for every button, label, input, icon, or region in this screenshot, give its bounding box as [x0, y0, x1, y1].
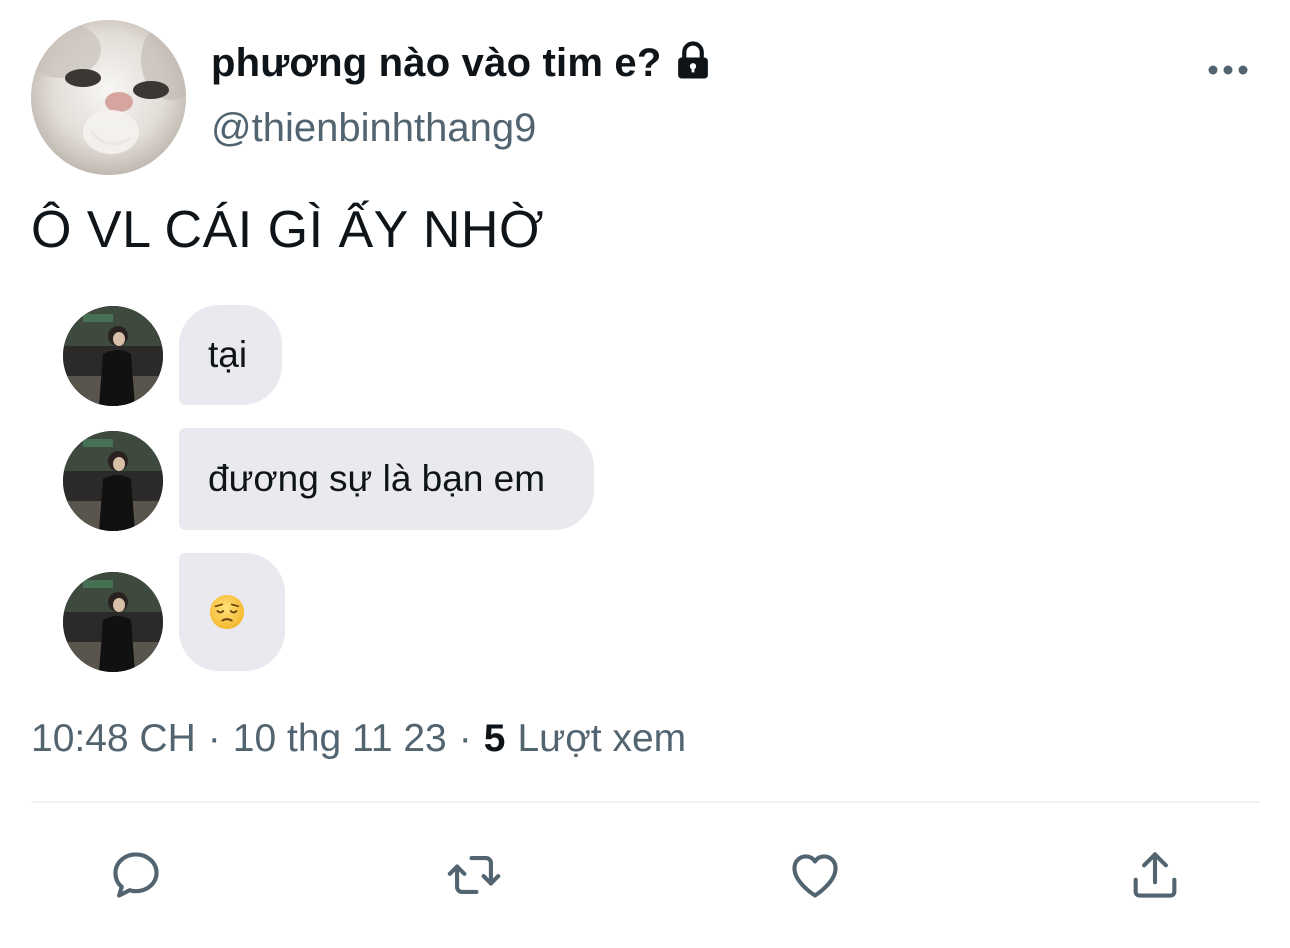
- display-name-row: phương nào vào tim e?: [211, 38, 714, 88]
- retweet-icon: [447, 856, 501, 894]
- chat-bubble: đương sự là bạn em: [179, 428, 594, 530]
- chat-avatar: [63, 572, 163, 672]
- chat-bubble: [179, 553, 285, 671]
- pensive-face-emoji: [209, 594, 245, 630]
- person-photo-image: [63, 431, 163, 531]
- chat-message-text: tại: [208, 334, 248, 375]
- share-button[interactable]: [1125, 845, 1185, 905]
- author-avatar[interactable]: [31, 20, 186, 175]
- chat-message-text: đương sự là bạn em: [208, 458, 546, 499]
- display-name[interactable]: phương nào vào tim e?: [211, 41, 662, 86]
- views-count[interactable]: 5: [484, 717, 506, 761]
- meta-separator: ·: [207, 717, 221, 760]
- reply-icon: [113, 852, 159, 898]
- lock-icon: [677, 41, 708, 79]
- author-handle[interactable]: @thienbinhthang9: [211, 106, 536, 151]
- tweet-text: Ô VL CÁI GÌ ẤY NHỜ: [31, 201, 545, 259]
- tweet-meta: 10:48 CH · 10 thg 11 23 · 5 Lượt xem: [31, 717, 686, 761]
- views-label[interactable]: Lượt xem: [517, 717, 686, 761]
- like-icon: [792, 854, 838, 898]
- more-options-button[interactable]: [1200, 52, 1256, 88]
- chat-bubble: tại: [179, 305, 282, 405]
- person-photo-image: [63, 572, 163, 672]
- meta-separator: ·: [458, 717, 472, 760]
- person-photo-image: [63, 306, 163, 406]
- chat-avatar: [63, 431, 163, 531]
- more-dots-icon: [1208, 65, 1248, 75]
- like-button[interactable]: [785, 845, 845, 905]
- tweet: phương nào vào tim e? @thienbinhthang9 Ô…: [0, 0, 1290, 948]
- chat-avatar: [63, 306, 163, 406]
- divider: [31, 801, 1260, 803]
- share-icon: [1133, 852, 1177, 898]
- reply-button[interactable]: [106, 845, 166, 905]
- tweet-date[interactable]: 10 thg 11 23: [233, 717, 447, 761]
- tweet-time[interactable]: 10:48 CH: [31, 717, 196, 761]
- retweet-button[interactable]: [444, 845, 504, 905]
- cat-avatar-image: [31, 20, 186, 175]
